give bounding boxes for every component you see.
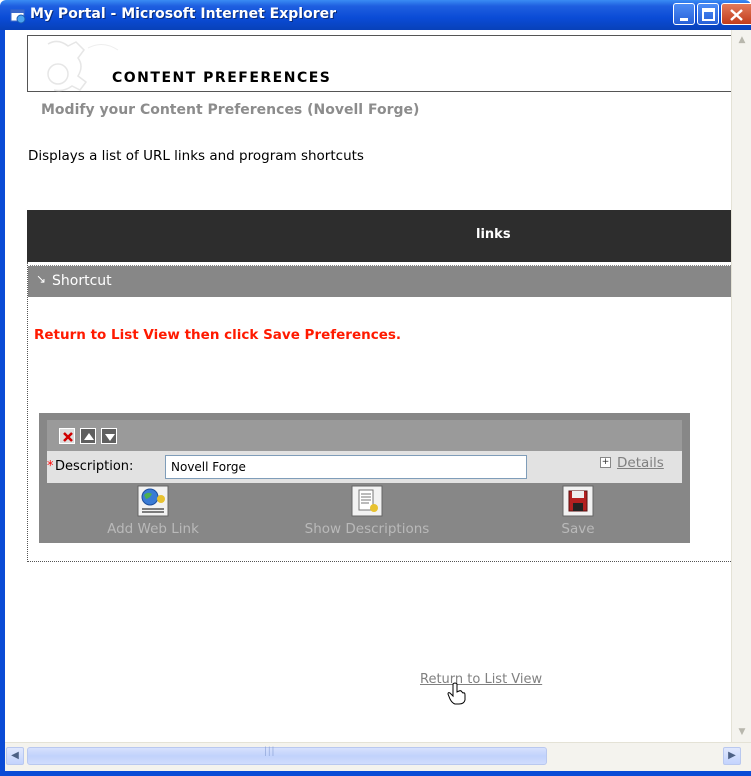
link-editor-panel: * Description: + Details Add Web Link (39, 413, 690, 543)
details-link[interactable]: Details (617, 455, 664, 471)
close-icon (730, 9, 743, 21)
globe-link-icon (137, 485, 169, 517)
save-button[interactable]: Save (538, 485, 618, 537)
links-label: links (476, 227, 511, 242)
maximize-button[interactable] (697, 3, 719, 25)
links-bar: links (27, 210, 731, 262)
shortcut-header[interactable]: ↘ Shortcut (28, 265, 732, 297)
add-web-link-button[interactable]: Add Web Link (98, 485, 208, 537)
scroll-left-icon[interactable]: ◀ (6, 747, 24, 765)
row-controls (47, 420, 682, 451)
scroll-up-icon[interactable]: ▲ (732, 30, 751, 50)
page-title: CONTENT PREFERENCES (112, 70, 332, 86)
required-asterisk: * (47, 459, 54, 474)
scroll-grip-icon: │││ (263, 747, 275, 756)
maximize-icon (702, 8, 715, 21)
show-descriptions-button[interactable]: Show Descriptions (287, 485, 447, 537)
window-title-bar[interactable]: My Portal - Microsoft Internet Explorer (0, 0, 751, 30)
delete-x-icon (63, 432, 73, 442)
window-title: My Portal - Microsoft Internet Explorer (30, 6, 337, 22)
warning-message: Return to List View then click Save Pref… (34, 327, 402, 343)
hand-pointer-icon (447, 682, 466, 705)
scroll-right-icon[interactable]: ▶ (723, 747, 741, 765)
expand-arrow-icon: ↘ (36, 272, 47, 286)
horizontal-scrollbar[interactable]: ◀ │││ ▶ (5, 742, 751, 771)
arrow-down-icon (105, 434, 115, 441)
window-frame-bottom (0, 771, 751, 776)
vertical-scrollbar[interactable]: ▲ ▼ (731, 30, 751, 742)
move-down-button[interactable] (101, 428, 117, 444)
minimize-icon (680, 18, 688, 21)
page-subtitle: Modify your Content Preferences (Novell … (41, 102, 420, 118)
expand-plus-icon[interactable]: + (600, 457, 611, 468)
shortcut-label: Shortcut (52, 273, 112, 289)
show-descriptions-label: Show Descriptions (304, 521, 430, 537)
move-up-button[interactable] (80, 428, 96, 444)
delete-button[interactable] (59, 428, 75, 444)
scroll-down-icon[interactable]: ▼ (732, 722, 751, 742)
add-web-link-label: Add Web Link (107, 521, 199, 537)
arrow-up-icon (84, 433, 94, 440)
internet-explorer-icon (10, 9, 26, 24)
description-label: Description: (55, 459, 134, 474)
floppy-save-icon (562, 485, 594, 517)
minimize-button[interactable] (673, 3, 695, 25)
content-preferences-header: CONTENT PREFERENCES (27, 35, 731, 92)
horizontal-scroll-thumb[interactable] (27, 747, 547, 765)
close-button[interactable] (721, 3, 751, 25)
document-list-icon (351, 485, 383, 517)
save-label: Save (561, 521, 595, 537)
page-description: Displays a list of URL links and program… (28, 148, 364, 164)
description-input[interactable] (165, 455, 527, 479)
return-to-list-link[interactable]: Return to List View (420, 672, 542, 687)
description-row: * Description: + Details (47, 451, 682, 483)
